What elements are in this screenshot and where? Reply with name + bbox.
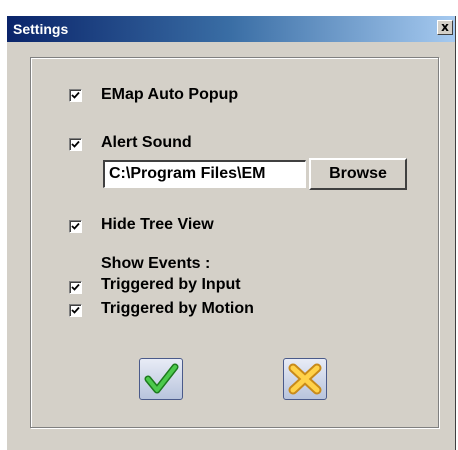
show-events-label: Show Events :	[101, 255, 211, 272]
ok-button[interactable]	[139, 358, 183, 400]
hide-tree-view-checkbox[interactable]	[69, 220, 82, 233]
emap-auto-popup-checkbox[interactable]	[69, 89, 82, 102]
settings-window: Settings x EMap Auto Popup Alert Sound C…	[6, 16, 456, 450]
triggered-by-input-checkbox[interactable]	[69, 281, 82, 294]
settings-panel	[30, 57, 439, 428]
title-bar: Settings x	[7, 16, 455, 42]
alert-sound-label: Alert Sound	[101, 134, 192, 151]
browse-button[interactable]: Browse	[309, 158, 407, 190]
hide-tree-view-label: Hide Tree View	[101, 216, 214, 233]
checkmark-icon	[71, 306, 80, 314]
window-title: Settings	[13, 21, 69, 37]
check-icon	[144, 363, 179, 394]
sound-path-input[interactable]: C:\Program Files\EM	[103, 160, 306, 188]
checkmark-icon	[71, 91, 80, 99]
close-button[interactable]: x	[437, 20, 453, 35]
emap-auto-popup-label: EMap Auto Popup	[101, 86, 239, 103]
cancel-button[interactable]	[283, 358, 327, 400]
triggered-by-motion-label: Triggered by Motion	[101, 300, 254, 317]
triggered-by-motion-checkbox[interactable]	[69, 304, 82, 317]
checkmark-icon	[71, 140, 80, 148]
checkmark-icon	[71, 222, 80, 230]
alert-sound-checkbox[interactable]	[69, 138, 82, 151]
triggered-by-input-label: Triggered by Input	[101, 276, 241, 293]
checkmark-icon	[71, 283, 80, 291]
x-icon	[288, 363, 322, 395]
